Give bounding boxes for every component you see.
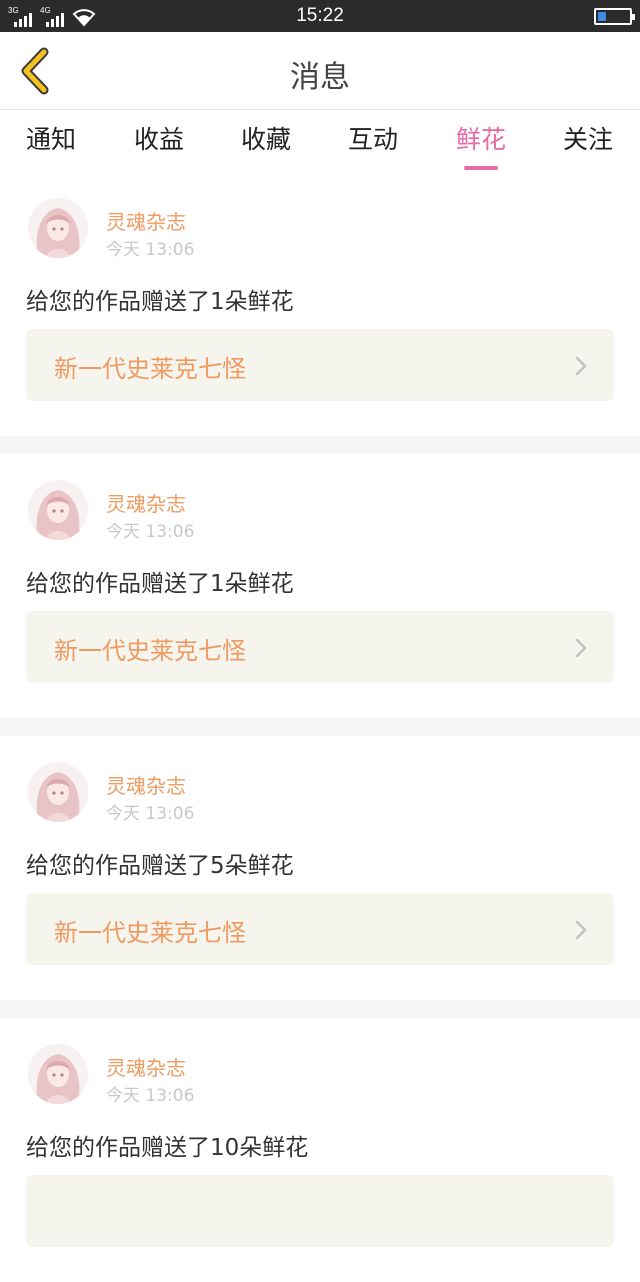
tab-label: 收藏 [240,125,291,154]
chevron-right-icon [575,638,587,658]
sender-name[interactable]: 灵魂杂志 [106,488,186,517]
avatar[interactable] [28,198,88,258]
status-bar: 3G 4G 15:22 [0,0,640,32]
tab-label: 收益 [133,125,184,154]
avatar-image [28,198,88,258]
tab-follow[interactable]: 关注 [538,120,638,156]
chevron-right-icon [575,920,587,940]
message-list: 灵魂杂志 今天 13:06 给您的作品赠送了1朵鲜花 新一代史莱克七怪 灵魂杂志… [0,172,640,1282]
list-item: 灵魂杂志 今天 13:06 给您的作品赠送了5朵鲜花 新一代史莱克七怪 [0,736,640,1000]
work-link[interactable] [26,1175,614,1247]
tab-label: 通知 [25,125,76,154]
message-time: 今天 13:06 [106,522,195,542]
sender-name[interactable]: 灵魂杂志 [106,1052,186,1081]
battery-icon [594,8,635,25]
message-time: 今天 13:06 [106,804,195,824]
tab-interactions[interactable]: 互动 [323,120,423,156]
chevron-right-icon [575,356,587,376]
tab-notifications[interactable]: 通知 [1,120,101,156]
tab-label: 关注 [562,125,613,154]
divider [0,436,640,454]
page-header: 消息 [0,32,640,110]
work-link[interactable]: 新一代史莱克七怪 [26,329,614,401]
tab-label: 鲜花 [455,125,506,154]
message-text: 给您的作品赠送了1朵鲜花 [26,571,294,597]
sender-name[interactable]: 灵魂杂志 [106,770,186,799]
work-title: 新一代史莱克七怪 [54,919,246,947]
work-link[interactable]: 新一代史莱克七怪 [26,893,614,965]
tab-earnings[interactable]: 收益 [109,120,209,156]
tab-favorites[interactable]: 收藏 [216,120,316,156]
avatar[interactable] [28,480,88,540]
message-text: 给您的作品赠送了1朵鲜花 [26,289,294,315]
message-time: 今天 13:06 [106,1086,195,1106]
message-text: 给您的作品赠送了10朵鲜花 [26,1135,309,1161]
avatar-image [28,480,88,540]
status-time: 15:22 [296,5,344,26]
work-title: 新一代史莱克七怪 [54,637,246,665]
avatar[interactable] [28,762,88,822]
list-item: 灵魂杂志 今天 13:06 给您的作品赠送了1朵鲜花 新一代史莱克七怪 [0,172,640,436]
avatar-image [28,1044,88,1104]
divider [0,1000,640,1018]
divider [0,718,640,736]
avatar[interactable] [28,1044,88,1104]
work-title: 新一代史莱克七怪 [54,355,246,383]
page-title: 消息 [290,60,350,95]
tab-flowers[interactable]: 鲜花 [431,120,531,170]
message-tabs: 通知 收益 收藏 互动 鲜花 关注 [0,110,640,172]
tab-label: 互动 [347,125,398,154]
list-item: 灵魂杂志 今天 13:06 给您的作品赠送了1朵鲜花 新一代史莱克七怪 [0,454,640,718]
message-time: 今天 13:06 [106,240,195,260]
work-link[interactable]: 新一代史莱克七怪 [26,611,614,683]
message-text: 给您的作品赠送了5朵鲜花 [26,853,294,879]
tab-active-indicator [464,166,498,170]
sender-name[interactable]: 灵魂杂志 [106,206,186,235]
avatar-image [28,762,88,822]
list-item: 灵魂杂志 今天 13:06 给您的作品赠送了10朵鲜花 [0,1018,640,1282]
